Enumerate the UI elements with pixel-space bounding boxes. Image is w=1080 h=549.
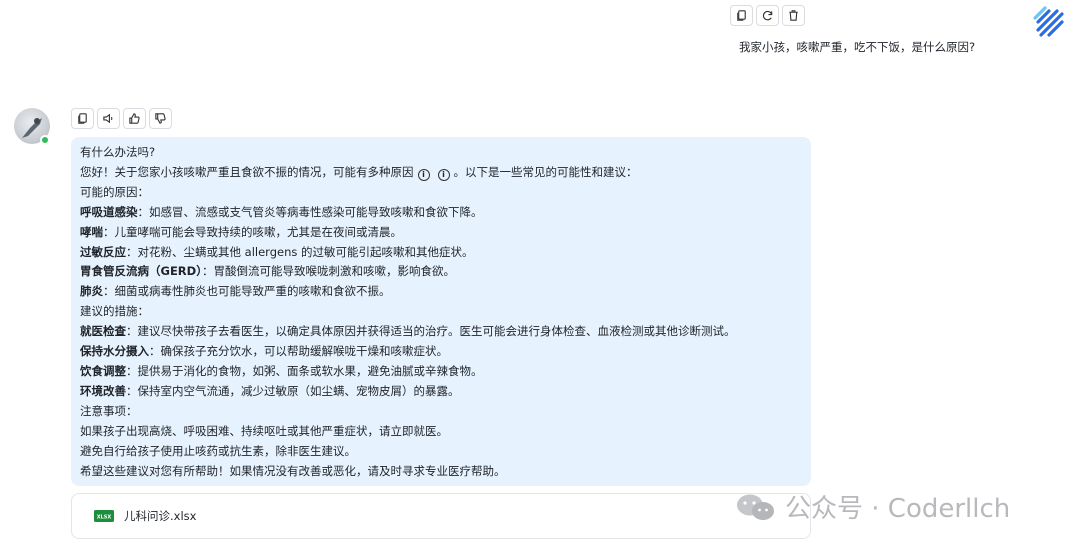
response-line: 希望这些建议对您有所帮助！如果情况没有改善或恶化，请及时寻求专业医疗帮助。 (80, 463, 506, 478)
trash-icon (789, 10, 798, 21)
response-line: 避免自行给孩子使用止咳药或抗生素，除非医生建议。 (80, 443, 356, 458)
bot-message-toolbar (71, 108, 172, 129)
response-line: 肺炎：细菌或病毒性肺炎也可能导致严重的咳嗽和食欲不振。 (80, 284, 391, 299)
thumbs-down-icon (155, 113, 166, 124)
user-message-text: 我家小孩，咳嗽严重，吃不下饭，是什么原因? (739, 40, 976, 54)
user-avatar (1033, 6, 1064, 37)
refresh-icon (762, 10, 773, 21)
response-line: 您好！关于您家小孩咳嗽严重且食欲不振的情况，可能有多种原因 i i 。以下是一些常见的… (80, 164, 638, 181)
attachment-card[interactable]: XLSX 儿科问诊.xlsx (71, 493, 811, 539)
response-line: 过敏反应：对花粉、尘螨或其他 allergens 的过敏可能引起咳嗽和其他症状。 (80, 244, 474, 259)
online-status-dot (40, 135, 50, 145)
bot-message-bubble: 有什么办法吗? 您好！关于您家小孩咳嗽严重且食欲不振的情况，可能有多种原因 i i。… (71, 137, 811, 486)
read-aloud-button[interactable] (97, 108, 120, 129)
copy-icon (737, 10, 746, 21)
delete-button[interactable] (782, 5, 805, 26)
response-line: 如果孩子出现高烧、呼吸困难、持续呕吐或其他严重症状，请立即就医。 (80, 423, 448, 438)
response-line: 环境改善：保持室内空气流通，减少过敏原（如尘螨、宠物皮屑）的暴露。 (80, 383, 460, 398)
section-heading: 注意事项： (80, 403, 138, 418)
citation-info-icon[interactable]: i (417, 168, 430, 181)
watermark: 公众号 · Coderllch (735, 488, 1010, 525)
citation-info-icon[interactable]: i (437, 168, 450, 181)
response-line: 哮喘：儿童哮喘可能会导致持续的咳嗽，尤其是在夜间或清晨。 (80, 224, 402, 239)
speaker-icon (103, 113, 113, 124)
copy-button[interactable] (71, 108, 94, 129)
like-button[interactable] (123, 108, 146, 129)
regenerate-button[interactable] (756, 5, 779, 26)
response-line: 就医检查：建议尽快带孩子去看医生，以确定具体原因并获得适当的治疗。医生可能会进行… (80, 324, 736, 339)
attachment-file-name[interactable]: 儿科问诊.xlsx (124, 508, 196, 524)
response-line: 饮食调整：提供易于消化的食物，如粥、面条或软水果，避免油腻或辛辣食物。 (80, 363, 483, 378)
response-line: 保持水分摄入：确保孩子充分饮水，可以帮助缓解喉咙干燥和咳嗽症状。 (80, 344, 448, 359)
response-line: 有什么办法吗? (80, 145, 156, 159)
thumbs-up-icon (129, 113, 140, 124)
dislike-button[interactable] (149, 108, 172, 129)
wechat-icon (737, 494, 774, 520)
section-heading: 可能的原因： (80, 184, 149, 199)
section-heading: 建议的措施： (80, 304, 149, 319)
copy-button[interactable] (730, 5, 753, 26)
copy-icon (78, 113, 87, 124)
svg-text:XLSX: XLSX (97, 515, 112, 521)
response-line: 胃食管反流病（GERD）：胃酸倒流可能导致喉咙刺激和咳嗽，影响食欲。 (80, 264, 455, 279)
response-line: 呼吸道感染：如感冒、流感或支气管炎等病毒性感染可能导致咳嗽和食欲下降。 (80, 204, 483, 219)
user-message-toolbar (730, 5, 805, 26)
xlsx-file-icon: XLSX (94, 510, 114, 522)
watermark-text: 公众号 · Coderllch (785, 494, 1011, 524)
